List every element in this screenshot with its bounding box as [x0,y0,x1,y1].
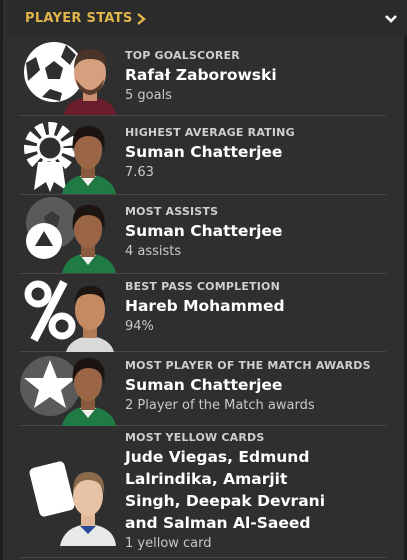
stat-label: TOP GOALSCORER [125,49,240,62]
stat-art [20,195,116,273]
player-name-link[interactable]: Suman Chatterjee [125,220,385,242]
stat-value: 2 Player of the Match awards [125,398,315,413]
stat-row-potm-awards[interactable]: MOST PLAYER OF THE MATCH AWARDS Suman Ch… [20,352,386,426]
player-avatar [62,126,116,194]
stat-value: 7.63 [125,165,154,180]
panel-header: PLAYER STATS [6,0,407,36]
player-name-link[interactable]: Jude Viegas, Edmund Lalrindika, Amarjit … [125,446,340,534]
player-stats-panel: PLAYER STATS TOP GOALSCORER Rafał Zaboro… [0,0,407,560]
yellow-card-icon [29,461,75,517]
stat-value: 4 assists [125,244,182,259]
stat-label: MOST ASSISTS [125,205,219,218]
stat-label: MOST YELLOW CARDS [125,431,265,444]
stat-row-top-goalscorer[interactable]: TOP GOALSCORER Rafał Zaborowski 5 goals [20,37,386,116]
stat-row-yellow-cards[interactable]: MOST YELLOW CARDS Jude Viegas, Edmund La… [20,426,386,558]
assist-icon [26,197,78,259]
stat-art [20,116,116,194]
stat-label: MOST PLAYER OF THE MATCH AWARDS [125,359,371,372]
stat-row-most-assists[interactable]: MOST ASSISTS Suman Chatterjee 4 assists [20,195,386,274]
stat-art [20,456,116,546]
stat-row-pass-completion[interactable]: BEST PASS COMPLETION Hareb Mohammed 94% [20,274,386,352]
stat-label: HIGHEST AVERAGE RATING [125,126,295,139]
rating-badge-icon [24,122,76,192]
player-name-link[interactable]: Suman Chatterjee [125,374,385,396]
stat-value: 5 goals [125,88,172,103]
stat-art [20,352,116,430]
stat-label: BEST PASS COMPLETION [125,280,281,293]
chevron-right-icon [136,12,146,25]
collapse-chevron-icon[interactable] [384,13,398,25]
percent-icon [24,280,76,342]
stat-value: 94% [125,319,154,334]
stat-value: 1 yellow card [125,536,212,551]
panel-title: PLAYER STATS [25,11,133,26]
stat-art [20,274,116,352]
stat-art [20,37,116,115]
player-name-link[interactable]: Hareb Mohammed [125,295,385,317]
star-icon [20,356,80,416]
player-stats-link[interactable]: PLAYER STATS [25,11,147,26]
player-name-link[interactable]: Suman Chatterjee [125,141,385,163]
stat-row-highest-rating[interactable]: HIGHEST AVERAGE RATING Suman Chatterjee … [20,116,386,195]
player-name-link[interactable]: Rafał Zaborowski [125,64,385,86]
